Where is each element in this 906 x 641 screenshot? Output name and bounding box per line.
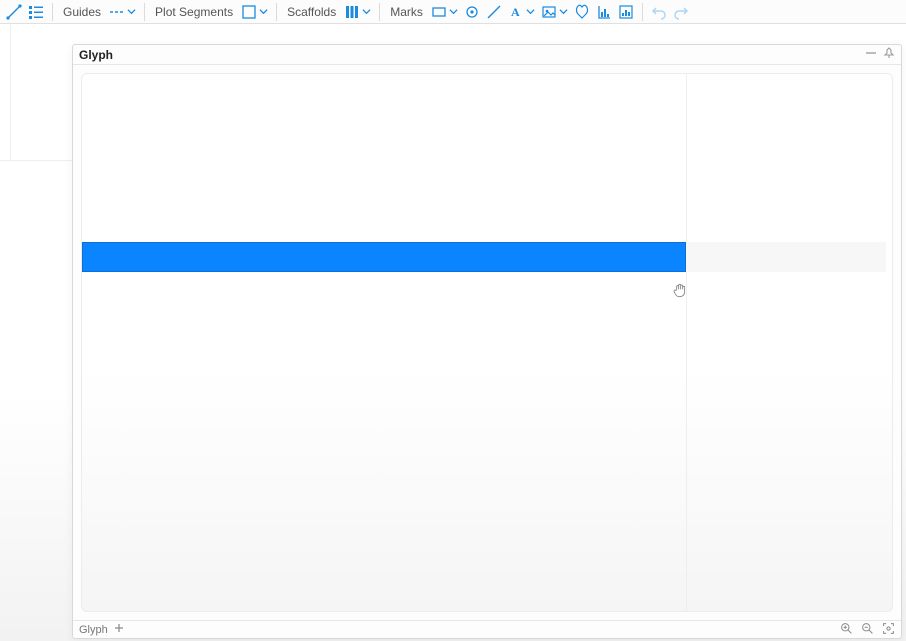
glyph-track-area bbox=[686, 242, 886, 272]
glyph-rectangle-mark[interactable] bbox=[82, 242, 686, 272]
scaffold-button[interactable] bbox=[342, 2, 373, 22]
legend-tool-button[interactable] bbox=[26, 2, 46, 22]
chevron-down-icon bbox=[526, 7, 535, 16]
symbol-icon bbox=[464, 4, 480, 20]
image-icon bbox=[541, 4, 557, 20]
plus-icon bbox=[114, 623, 124, 633]
pin-icon bbox=[883, 47, 895, 59]
rectangle-icon bbox=[431, 4, 447, 20]
zoom-fit-icon bbox=[882, 622, 895, 635]
panel-pin-button[interactable] bbox=[883, 47, 895, 62]
undo-icon bbox=[651, 4, 667, 20]
zoom-fit-button[interactable] bbox=[882, 622, 895, 638]
guide-x-button[interactable] bbox=[107, 2, 138, 22]
redo-icon bbox=[673, 4, 689, 20]
glyph-panel: Glyph Glyph bbox=[72, 44, 902, 639]
glyph-panel-footer: Glyph bbox=[73, 620, 901, 638]
icon-mark-icon bbox=[574, 4, 590, 20]
mark-icon-button[interactable] bbox=[572, 2, 592, 22]
minimize-icon bbox=[865, 47, 877, 59]
glyph-panel-header: Glyph bbox=[73, 45, 901, 65]
guide-horizontal-icon bbox=[109, 4, 125, 20]
redo-button[interactable] bbox=[671, 2, 691, 22]
marks-group-label: Marks bbox=[386, 5, 427, 19]
text-icon: A bbox=[508, 4, 524, 20]
link-tool-button[interactable] bbox=[4, 2, 24, 22]
zoom-in-button[interactable] bbox=[840, 622, 853, 638]
glyph-panel-title: Glyph bbox=[79, 48, 113, 62]
glyph-footer-tab[interactable]: Glyph bbox=[79, 624, 108, 636]
zoom-out-button[interactable] bbox=[861, 622, 874, 638]
chevron-down-icon bbox=[449, 7, 458, 16]
undo-button[interactable] bbox=[649, 2, 669, 22]
zoom-out-icon bbox=[861, 622, 874, 635]
glyph-vertical-guide bbox=[686, 74, 687, 611]
scaffold-columns-icon bbox=[344, 4, 360, 20]
toolbar-separator bbox=[642, 3, 643, 21]
glyph-canvas[interactable] bbox=[81, 73, 893, 612]
mark-nested-chart-button[interactable] bbox=[616, 2, 636, 22]
toolbar-separator bbox=[379, 3, 380, 21]
chevron-down-icon bbox=[362, 7, 371, 16]
mark-image-button[interactable] bbox=[539, 2, 570, 22]
link-line-icon bbox=[6, 4, 22, 20]
plot-segments-group-label: Plot Segments bbox=[151, 5, 237, 19]
plot-segment-region-button[interactable] bbox=[239, 2, 270, 22]
chevron-down-icon bbox=[559, 7, 568, 16]
chevron-down-icon bbox=[127, 7, 136, 16]
zoom-in-icon bbox=[840, 622, 853, 635]
mark-data-axis-button[interactable] bbox=[594, 2, 614, 22]
toolbar-separator bbox=[276, 3, 277, 21]
background-guide bbox=[10, 24, 11, 160]
region-icon bbox=[241, 4, 257, 20]
toolbar-separator bbox=[52, 3, 53, 21]
toolbar: Guides Plot Segments Scaffolds Marks A bbox=[0, 0, 906, 24]
add-glyph-button[interactable] bbox=[114, 623, 124, 636]
guides-group-label: Guides bbox=[59, 5, 105, 19]
legend-icon bbox=[28, 4, 44, 20]
panel-minimize-button[interactable] bbox=[865, 47, 877, 62]
mark-symbol-button[interactable] bbox=[462, 2, 482, 22]
mark-rectangle-button[interactable] bbox=[429, 2, 460, 22]
chevron-down-icon bbox=[259, 7, 268, 16]
nested-chart-icon bbox=[618, 4, 634, 20]
mark-line-button[interactable] bbox=[484, 2, 504, 22]
hand-cursor-icon bbox=[672, 282, 688, 298]
scaffolds-group-label: Scaffolds bbox=[283, 5, 340, 19]
mark-text-button[interactable]: A bbox=[506, 2, 537, 22]
background-guide bbox=[0, 160, 72, 161]
line-icon bbox=[486, 4, 502, 20]
toolbar-separator bbox=[144, 3, 145, 21]
data-axis-icon bbox=[596, 4, 612, 20]
svg-text:A: A bbox=[511, 5, 520, 19]
